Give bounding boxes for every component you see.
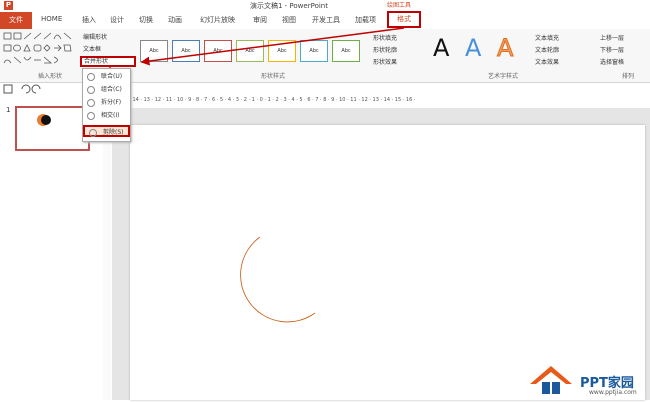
union-icon [87,73,95,81]
combine-icon [87,86,95,94]
vertical-ruler [103,108,111,400]
menu-item-subtract[interactable]: 剪除(S) [83,125,130,137]
subtract-icon [89,129,97,137]
redo-icon[interactable] [31,84,41,94]
slide-thumbnail[interactable] [15,106,90,151]
menu-item-combine[interactable]: 组合(C) [83,84,130,96]
crescent-moon-shape[interactable] [130,125,645,400]
menu-item-fragment[interactable]: 拆分(F) [83,97,130,109]
slide-number: 1 [6,106,11,114]
intersect-icon [87,112,95,120]
menu-item-union[interactable]: 联合(U) [83,71,130,83]
slide-canvas[interactable] [130,125,645,400]
merge-shapes-menu: 联合(U) 组合(C) 拆分(F) 相交(I) 剪除(S) [82,68,131,142]
horizontal-ruler: · 16 · 15 · 14 · 13 · 12 · 11 · 10 · 9 ·… [107,97,416,103]
save-icon[interactable] [3,84,13,94]
menu-item-intersect[interactable]: 相交(I) [83,110,130,122]
watermark-url: www.pptjia.com [589,389,637,396]
fragment-icon [87,99,95,107]
undo-icon[interactable] [21,84,31,94]
thumbnail-moon-icon [37,114,51,126]
house-logo-icon [530,366,572,394]
